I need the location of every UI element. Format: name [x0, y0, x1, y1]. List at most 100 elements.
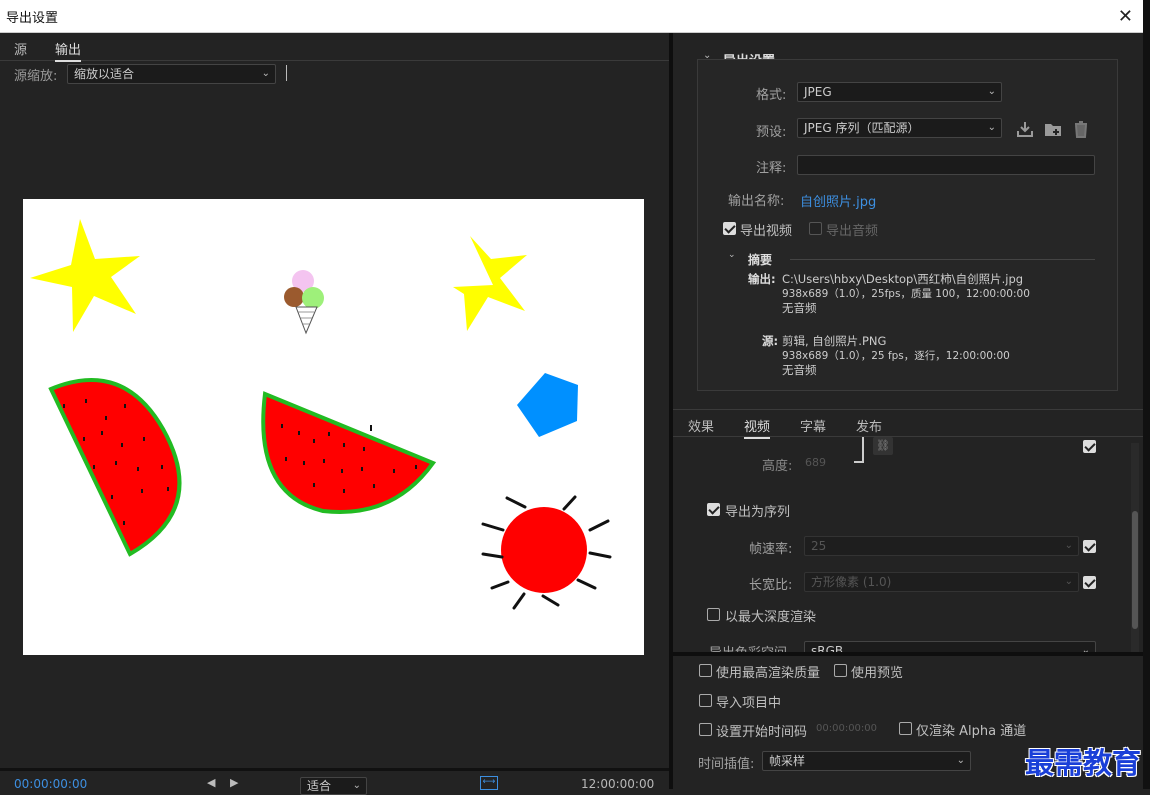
crop-marker	[286, 65, 287, 81]
export-video-checkbox[interactable]	[723, 222, 736, 235]
watermelon-left	[48, 378, 182, 557]
preset-select[interactable]: JPEG 序列（匹配源） ⌄	[797, 118, 1002, 138]
preview-canvas	[23, 199, 644, 655]
source-scale-select[interactable]: 缩放以适合 ⌄	[67, 64, 276, 84]
interpolation-label: 时间插值:	[698, 757, 755, 772]
output-name-link[interactable]: 自创照片.jpg	[800, 191, 876, 210]
summary-rule	[790, 259, 1095, 260]
summary-source-specs: 938x689（1.0），25 fps，逐行，12:00:00:00	[782, 350, 1010, 362]
preview-panel: 源 输出 源缩放: 缩放以适合 ⌄ 00:00:00:00 ◀ ▶ 适合 ⌄ ⟷…	[0, 33, 669, 795]
step-back-icon[interactable]: ◀	[207, 776, 215, 789]
frame-rate-select[interactable]: 25 ⌄	[804, 536, 1079, 556]
import-into-project-checkbox[interactable]	[699, 694, 712, 707]
import-into-project-label: 导入项目中	[716, 696, 782, 711]
scrollbar-thumb[interactable]	[1132, 511, 1138, 629]
link-bracket	[854, 437, 864, 463]
frame-rate-match-checkbox[interactable]	[1083, 540, 1096, 553]
preview-artwork	[30, 219, 612, 610]
start-timecode-value[interactable]: 00:00:00:00	[816, 723, 877, 734]
summary-output-path: C:\Users\hbxy\Desktop\西红柿\自创照片.jpg	[782, 272, 1024, 286]
tab-source[interactable]: 源	[14, 39, 27, 58]
alpha-only-checkbox[interactable]	[899, 722, 912, 735]
tab-effects[interactable]: 效果	[688, 416, 714, 435]
format-value: JPEG	[804, 85, 832, 99]
set-start-timecode-checkbox[interactable]	[699, 723, 712, 736]
export-sequence-checkbox[interactable]	[707, 503, 720, 516]
frame-rate-value: 25	[811, 539, 827, 553]
window-edge	[1143, 0, 1150, 789]
max-render-quality-label: 使用最高渲染质量	[716, 666, 821, 681]
star-shape-left	[30, 219, 140, 332]
close-icon[interactable]: ✕	[1118, 6, 1133, 27]
format-select[interactable]: JPEG ⌄	[797, 82, 1002, 102]
interpolation-select[interactable]: 帧采样 ⌄	[762, 751, 971, 771]
format-label: 格式:	[756, 88, 787, 103]
source-scale-value: 缩放以适合	[74, 67, 135, 81]
sun-shape	[481, 495, 612, 610]
import-preset-icon[interactable]	[1044, 120, 1062, 138]
source-scale-row: 源缩放: 缩放以适合 ⌄	[0, 62, 669, 86]
aspect-value: 方形像素 (1.0)	[811, 575, 892, 589]
delete-preset-icon[interactable]	[1072, 120, 1090, 138]
preset-label: 预设:	[756, 125, 787, 140]
chevron-down-icon: ⌄	[956, 755, 965, 766]
source-scale-label: 源缩放:	[14, 69, 58, 84]
summary-output-label: 输出:	[748, 272, 776, 286]
icecream-shape	[284, 270, 324, 335]
step-forward-icon[interactable]: ▶	[230, 776, 238, 789]
chevron-down-icon: ⌄	[987, 86, 996, 97]
export-settings-section: 格式: JPEG ⌄ 预设: JPEG 序列（匹配源） ⌄ 注释: 输出名称: …	[697, 59, 1118, 391]
chevron-down-icon[interactable]: ⌄	[728, 250, 736, 260]
aspect-select[interactable]: 方形像素 (1.0) ⌄	[804, 572, 1079, 592]
comment-label: 注释:	[756, 161, 787, 176]
watermark-logo: 最需教育	[1025, 746, 1142, 780]
max-render-quality-checkbox[interactable]	[699, 664, 712, 677]
save-preset-icon[interactable]	[1016, 120, 1034, 138]
max-depth-label: 以最大深度渲染	[725, 610, 817, 625]
chevron-down-icon: ⌄	[1064, 576, 1073, 587]
max-depth-checkbox[interactable]	[707, 608, 720, 621]
title-bar: 导出设置 ✕	[0, 0, 1143, 33]
height-value[interactable]: 689	[805, 456, 826, 469]
export-audio-checkbox[interactable]	[809, 222, 822, 235]
timeline-bar: 00:00:00:00 ◀ ▶ 适合 ⌄ ⟷ 12:00:00:00	[0, 768, 669, 795]
settings-panel: ⌄ 导出设置 格式: JPEG ⌄ 预设: JPEG 序列（匹配源） ⌄ 注释:…	[673, 33, 1143, 789]
window-title: 导出设置	[6, 10, 59, 26]
zoom-fit-select[interactable]: 适合 ⌄	[300, 777, 367, 795]
alpha-only-label: 仅渲染 Alpha 通道	[916, 724, 1027, 739]
height-match-checkbox[interactable]	[1083, 440, 1096, 453]
watermelon-center	[261, 391, 437, 514]
use-previews-checkbox[interactable]	[834, 664, 847, 677]
tab-output[interactable]: 输出	[55, 39, 82, 62]
export-sequence-label: 导出为序列	[725, 505, 791, 520]
export-video-label: 导出视频	[740, 224, 793, 239]
preset-value: JPEG 序列（匹配源）	[804, 121, 920, 135]
set-start-timecode-label: 设置开始时间码	[716, 725, 808, 740]
preview-tabs: 源 输出	[0, 33, 669, 62]
pentagon-shape	[517, 373, 578, 437]
chevron-down-icon: ⌄	[352, 780, 361, 791]
chevron-down-icon: ⌄	[261, 68, 270, 79]
summary-output-specs: 938x689（1.0），25fps，质量 100，12:00:00:00	[782, 288, 1030, 300]
aspect-match-checkbox[interactable]	[1083, 576, 1096, 589]
tab-publish[interactable]: 发布	[856, 416, 882, 435]
frame-rate-label: 帧速率:	[749, 542, 793, 557]
export-audio-label: 导出音频	[826, 224, 879, 239]
panel-separator	[673, 652, 1143, 656]
interpolation-value: 帧采样	[769, 754, 806, 768]
tab-captions[interactable]: 字幕	[800, 416, 826, 435]
height-label: 高度:	[762, 459, 793, 474]
settings-scrollbar[interactable]	[1131, 443, 1139, 653]
summary-output-audio: 无音频	[782, 301, 817, 315]
tab-video[interactable]: 视频	[744, 416, 771, 439]
comment-input[interactable]	[797, 155, 1095, 175]
chevron-down-icon: ⌄	[1064, 540, 1073, 551]
set-range-icon[interactable]: ⟷	[480, 776, 498, 790]
summary-source-clip: 剪辑, 自创照片.PNG	[782, 334, 887, 348]
video-settings-area: ⛓ 高度: 689 导出为序列 帧速率: 25 ⌄ 长宽比: 方形像素 (1.0…	[673, 437, 1143, 653]
link-icon[interactable]: ⛓	[873, 437, 893, 455]
aspect-label: 长宽比:	[749, 578, 793, 593]
use-previews-label: 使用预览	[851, 666, 904, 681]
summary-header: 摘要	[748, 253, 773, 267]
chevron-down-icon: ⌄	[987, 122, 996, 133]
